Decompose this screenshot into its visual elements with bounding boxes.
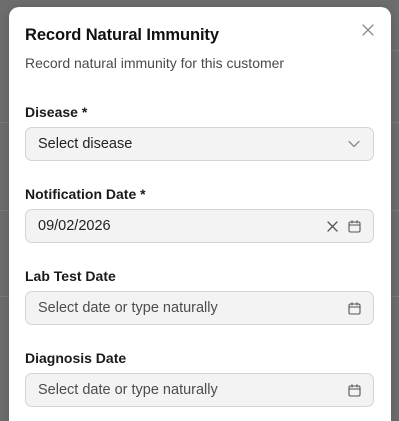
diagnosis-date-placeholder: Select date or type naturally <box>38 382 218 398</box>
dialog-subtitle: Record natural immunity for this custome… <box>25 55 285 71</box>
notification-date-input[interactable]: 09/02/2026 <box>25 209 374 243</box>
diagnosis-date-label: Diagnosis Date <box>25 350 127 366</box>
disease-select[interactable]: Select disease <box>25 127 374 161</box>
chevron-down-icon <box>347 137 361 151</box>
calendar-icon[interactable] <box>347 301 361 315</box>
close-button[interactable] <box>360 22 376 38</box>
clear-icon[interactable] <box>325 219 339 233</box>
disease-select-value: Select disease <box>38 136 133 152</box>
disease-label: Disease * <box>25 104 88 120</box>
background-divider <box>390 50 399 51</box>
background-divider <box>390 296 399 297</box>
calendar-icon[interactable] <box>347 219 361 233</box>
diagnosis-date-input[interactable]: Select date or type naturally <box>25 373 374 407</box>
lab-test-date-label: Lab Test Date <box>25 268 116 284</box>
background-divider <box>390 210 399 211</box>
close-icon <box>362 24 374 36</box>
dialog-title: Record Natural Immunity <box>25 26 219 44</box>
record-natural-immunity-dialog: Record Natural Immunity Record natural i… <box>9 7 391 421</box>
lab-test-date-placeholder: Select date or type naturally <box>38 300 218 316</box>
notification-date-value: 09/02/2026 <box>38 218 111 234</box>
background-divider <box>390 122 399 123</box>
notification-date-label: Notification Date * <box>25 186 146 202</box>
lab-test-date-input[interactable]: Select date or type naturally <box>25 291 374 325</box>
calendar-icon[interactable] <box>347 383 361 397</box>
